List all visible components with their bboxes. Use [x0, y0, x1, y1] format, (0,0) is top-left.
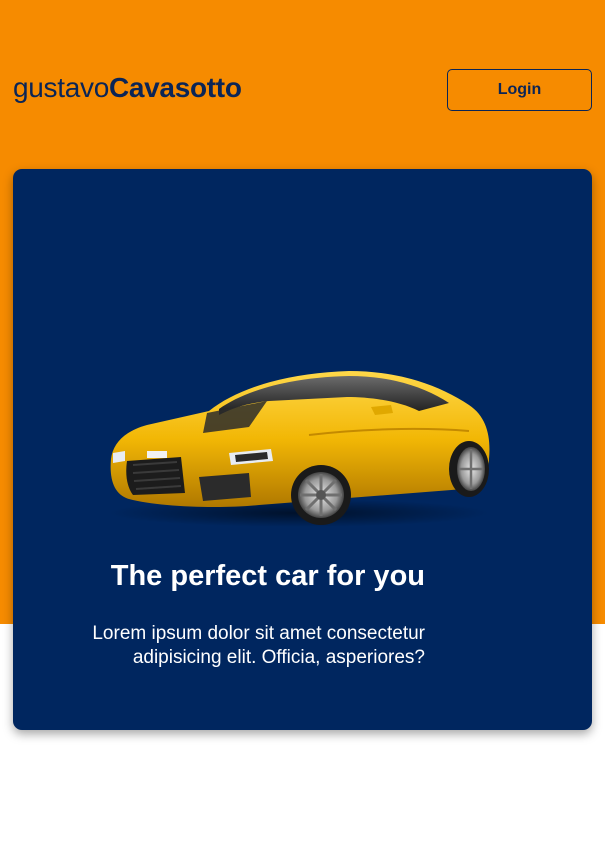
front-wheel [291, 465, 351, 525]
hero-card: The perfect car for you Lorem ipsum dolo… [13, 169, 592, 730]
hero-description: Lorem ipsum dolor sit amet consectetur a… [92, 623, 425, 668]
car-image [109, 371, 490, 527]
brand-logo-bold: Cavasotto [108, 72, 242, 103]
brand-logo-light: gustavo [13, 72, 109, 103]
rear-wheel [449, 441, 489, 497]
site-header: gustavoCavasotto Login [0, 0, 605, 170]
login-button[interactable]: Login [447, 69, 592, 111]
car-license-plate [147, 451, 167, 458]
landing-page: gustavoCavasotto Login The perfect car f… [0, 0, 605, 854]
brand-logo[interactable]: gustavoCavasotto [13, 72, 242, 104]
hero-title: The perfect car for you [110, 560, 425, 593]
